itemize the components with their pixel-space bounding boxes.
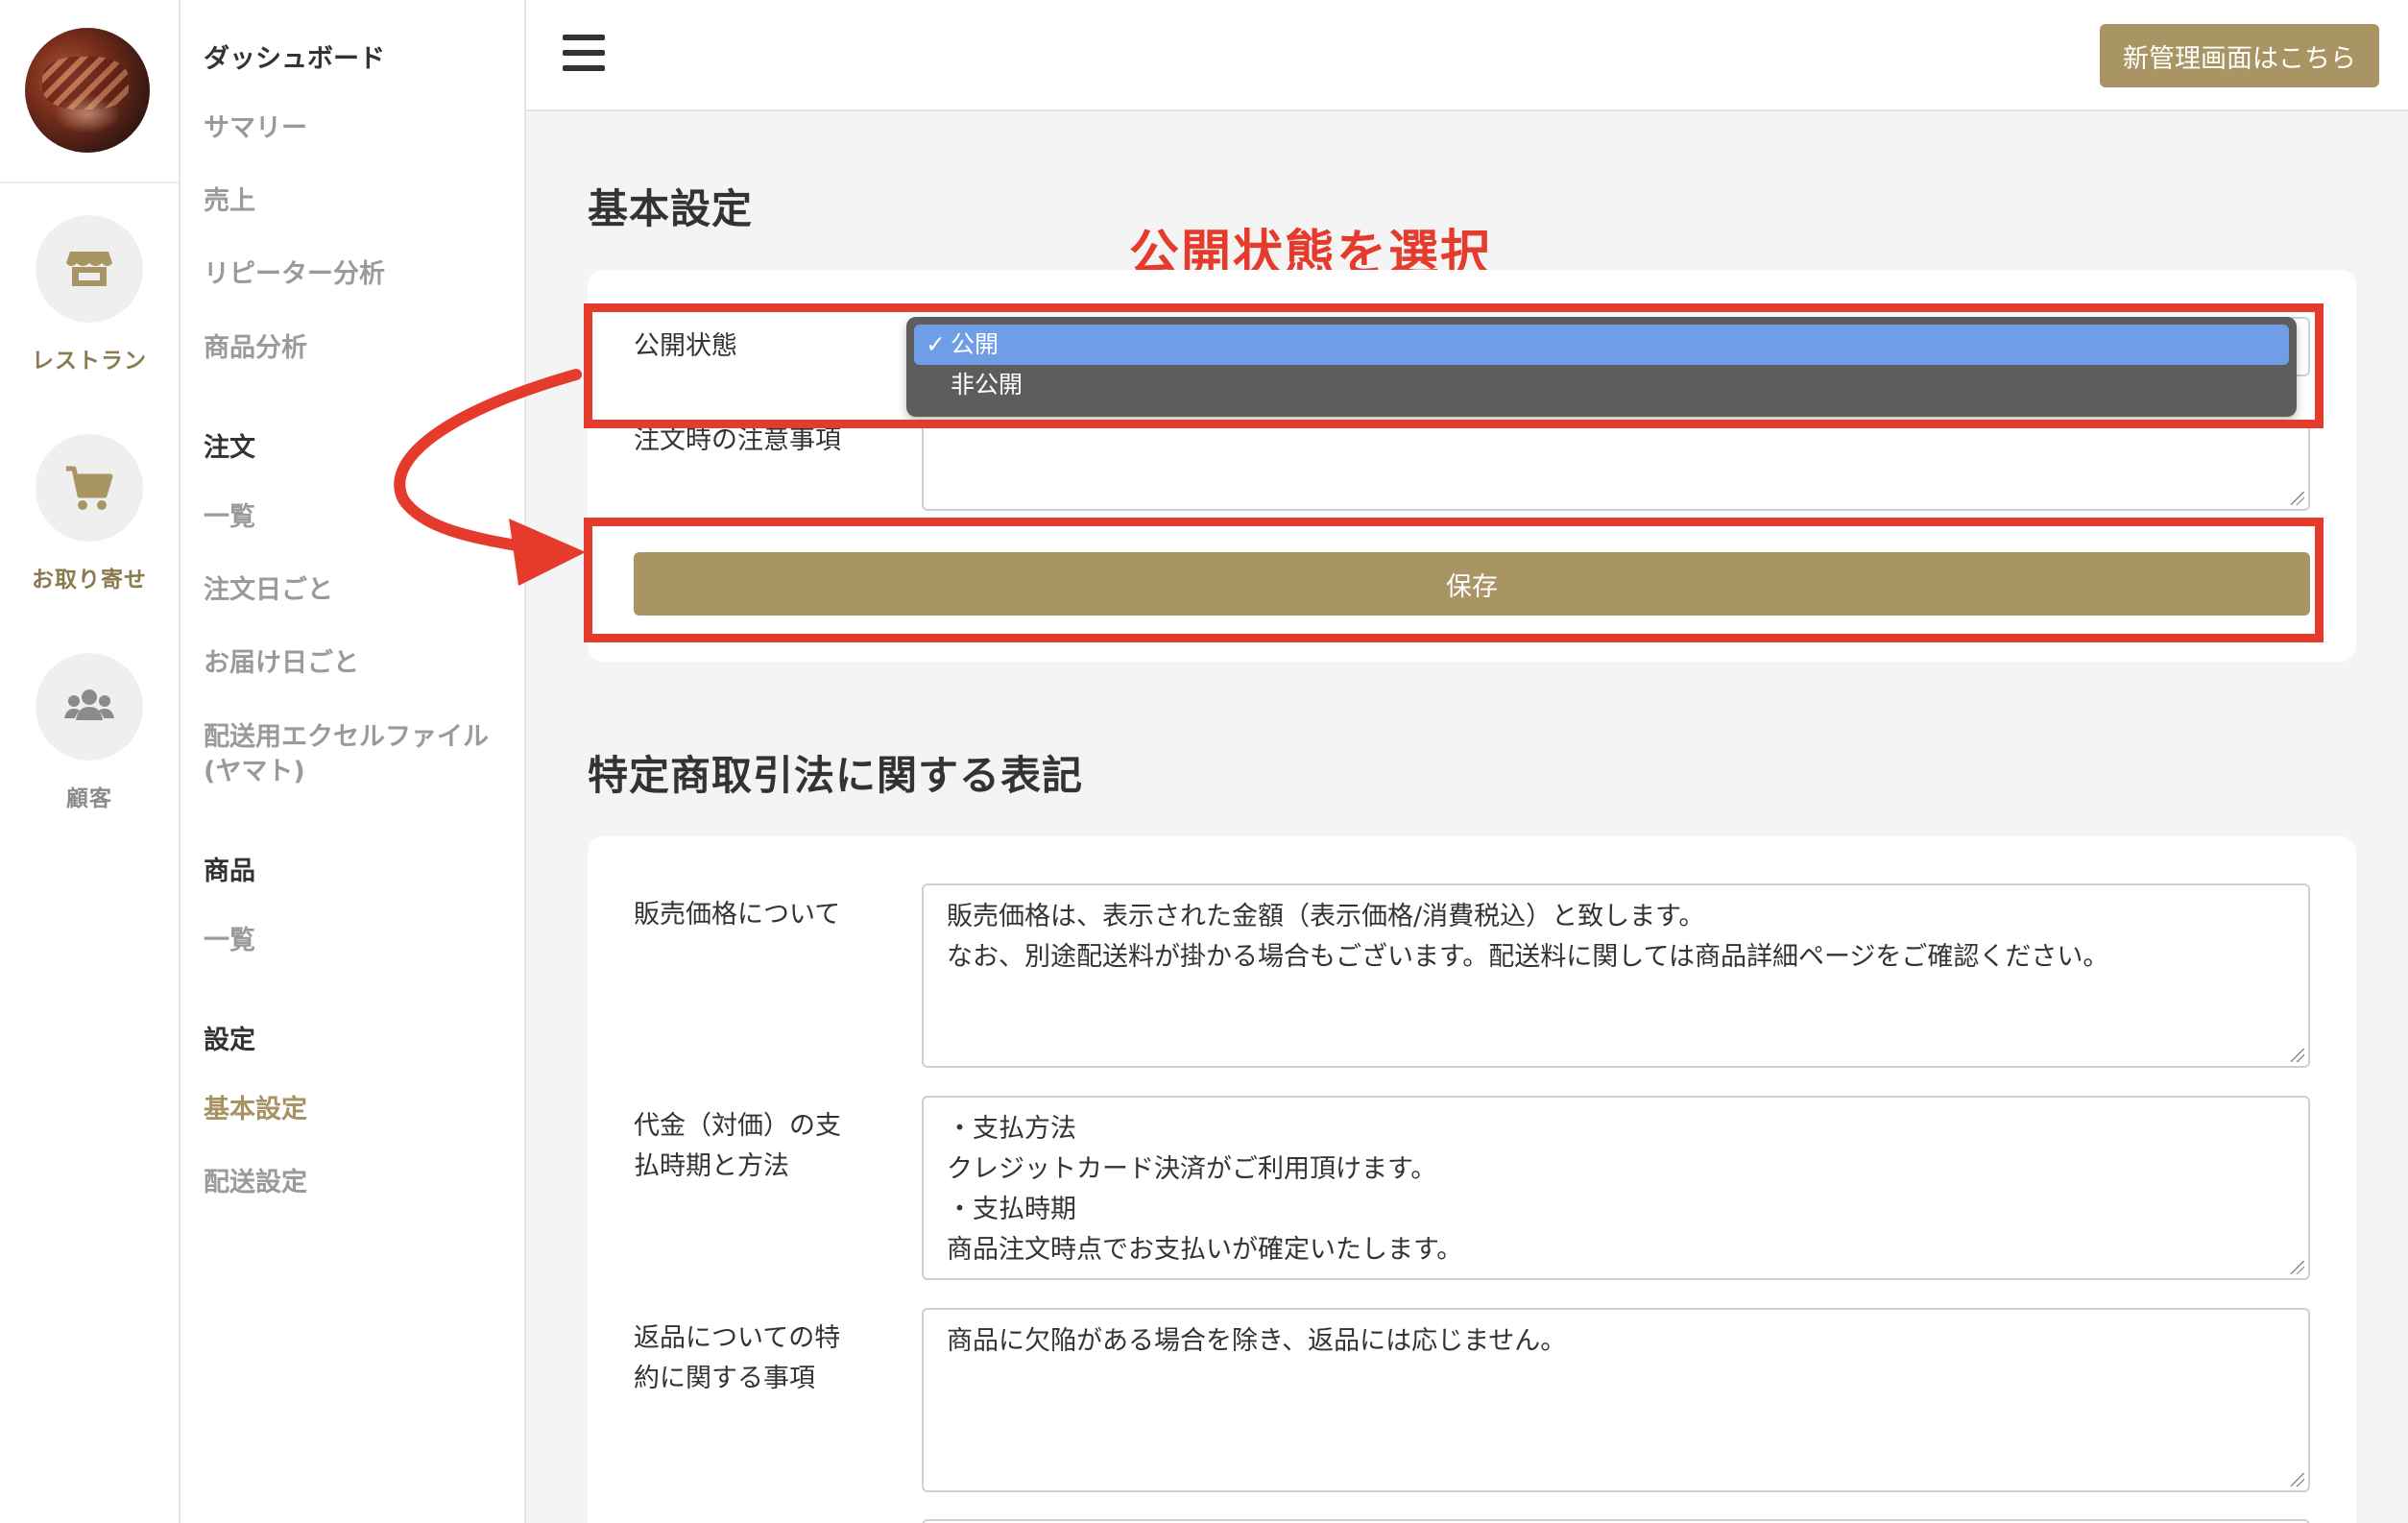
rail-label: 顧客 bbox=[66, 786, 112, 811]
sidebar-item-orders-by-delivery[interactable]: お届け日ごと bbox=[204, 646, 359, 681]
sidebar-item-sales[interactable]: 売上 bbox=[204, 184, 255, 219]
label-line: 代金（対価）の支 bbox=[634, 1111, 841, 1141]
sidebar-heading-products: 商品 bbox=[204, 857, 255, 886]
rail-label: お取り寄せ bbox=[32, 568, 147, 592]
label-line: 払時期と方法 bbox=[634, 1151, 789, 1181]
rail-icon-circle bbox=[36, 434, 143, 542]
new-admin-screen-button[interactable]: 新管理画面はこちら bbox=[2100, 24, 2379, 87]
users-icon bbox=[64, 689, 114, 720]
sidebar-item-repeater-analysis[interactable]: リピーター分析 bbox=[204, 257, 385, 292]
avatar[interactable] bbox=[25, 28, 150, 153]
payment-textarea[interactable]: ・支払方法 クレジットカード決済がご利用頂けます。 ・支払時期 商品注文時点でお… bbox=[922, 1096, 2310, 1280]
returns-label: 返品についての特 約に関する事項 bbox=[634, 1318, 840, 1399]
top-bar: 新管理画面はこちら bbox=[526, 0, 2408, 111]
sidebar-item-products-list[interactable]: 一覧 bbox=[204, 924, 255, 958]
sidebar-item-product-analysis[interactable]: 商品分析 bbox=[204, 331, 307, 366]
sidebar-item-label: 配送用エクセルファイル bbox=[204, 722, 489, 752]
sidebar: ダッシュボード サマリー 売上 リピーター分析 商品分析 注文 一覧 注文日ごと… bbox=[181, 0, 526, 1523]
icon-rail: レストラン お取り寄せ 顧客 bbox=[0, 0, 181, 1523]
annotation-box-status bbox=[584, 303, 2324, 428]
sidebar-item-orders-by-date[interactable]: 注文日ごと bbox=[204, 573, 333, 608]
payment-label: 代金（対価）の支 払時期と方法 bbox=[634, 1106, 841, 1187]
rail-item-restaurant[interactable]: レストラン bbox=[0, 215, 179, 375]
page-title: 基本設定 bbox=[588, 185, 754, 232]
section-title-legal: 特定商取引法に関する表記 bbox=[588, 752, 1084, 799]
annotation-arrow bbox=[394, 369, 586, 586]
rail-icon-circle bbox=[36, 653, 143, 761]
returns-text: 商品に欠陥がある場合を除き、返品には応じません。 bbox=[947, 1326, 1567, 1356]
price-label: 販売価格について bbox=[634, 900, 841, 930]
rail-label: レストラン bbox=[32, 349, 147, 374]
rail-icon-circle bbox=[36, 215, 143, 323]
price-textarea[interactable]: 販売価格は、表示された金額（表示価格/消費税込）と致します。 なお、別途配送料が… bbox=[922, 883, 2310, 1068]
cart-icon bbox=[66, 466, 113, 510]
resize-grip-icon[interactable] bbox=[2291, 1473, 2304, 1487]
sidebar-item-orders-list[interactable]: 一覧 bbox=[204, 500, 255, 535]
sidebar-item-basic-settings[interactable]: 基本設定 bbox=[204, 1093, 307, 1127]
rail-item-order-delivery[interactable]: お取り寄せ bbox=[0, 434, 179, 593]
sidebar-item-summary[interactable]: サマリー bbox=[204, 111, 307, 146]
payment-text: ・支払方法 クレジットカード決済がご利用頂けます。 ・支払時期 商品注文時点でお… bbox=[947, 1114, 1463, 1265]
annotation-box-save bbox=[584, 518, 2324, 642]
sidebar-item-dashboard[interactable]: ダッシュボード bbox=[204, 42, 385, 77]
rail-divider bbox=[0, 181, 179, 183]
sidebar-heading-settings: 設定 bbox=[204, 1026, 255, 1055]
sidebar-item-shipping-excel[interactable]: 配送用エクセルファイル (ヤマト) bbox=[204, 720, 489, 789]
price-text: 販売価格は、表示された金額（表示価格/消費税込）と致します。 なお、別途配送料が… bbox=[947, 902, 2109, 972]
hamburger-menu-icon[interactable] bbox=[563, 35, 605, 73]
resize-grip-icon[interactable] bbox=[2291, 1049, 2304, 1062]
sidebar-item-shipping-settings[interactable]: 配送設定 bbox=[204, 1166, 307, 1200]
order-notes-textarea[interactable] bbox=[922, 423, 2310, 511]
sidebar-heading-orders: 注文 bbox=[204, 433, 255, 463]
returns-textarea[interactable]: 商品に欠陥がある場合を除き、返品には応じません。 bbox=[922, 1308, 2310, 1492]
sidebar-item-label: (ヤマト) bbox=[204, 757, 305, 786]
resize-grip-icon[interactable] bbox=[2291, 1261, 2304, 1274]
label-line: 約に関する事項 bbox=[634, 1364, 815, 1393]
label-line: 返品についての特 bbox=[634, 1323, 841, 1353]
next-textarea[interactable] bbox=[922, 1519, 2310, 1523]
resize-grip-icon[interactable] bbox=[2291, 492, 2304, 505]
store-icon bbox=[66, 252, 112, 286]
rail-item-customers[interactable]: 顧客 bbox=[0, 653, 179, 812]
